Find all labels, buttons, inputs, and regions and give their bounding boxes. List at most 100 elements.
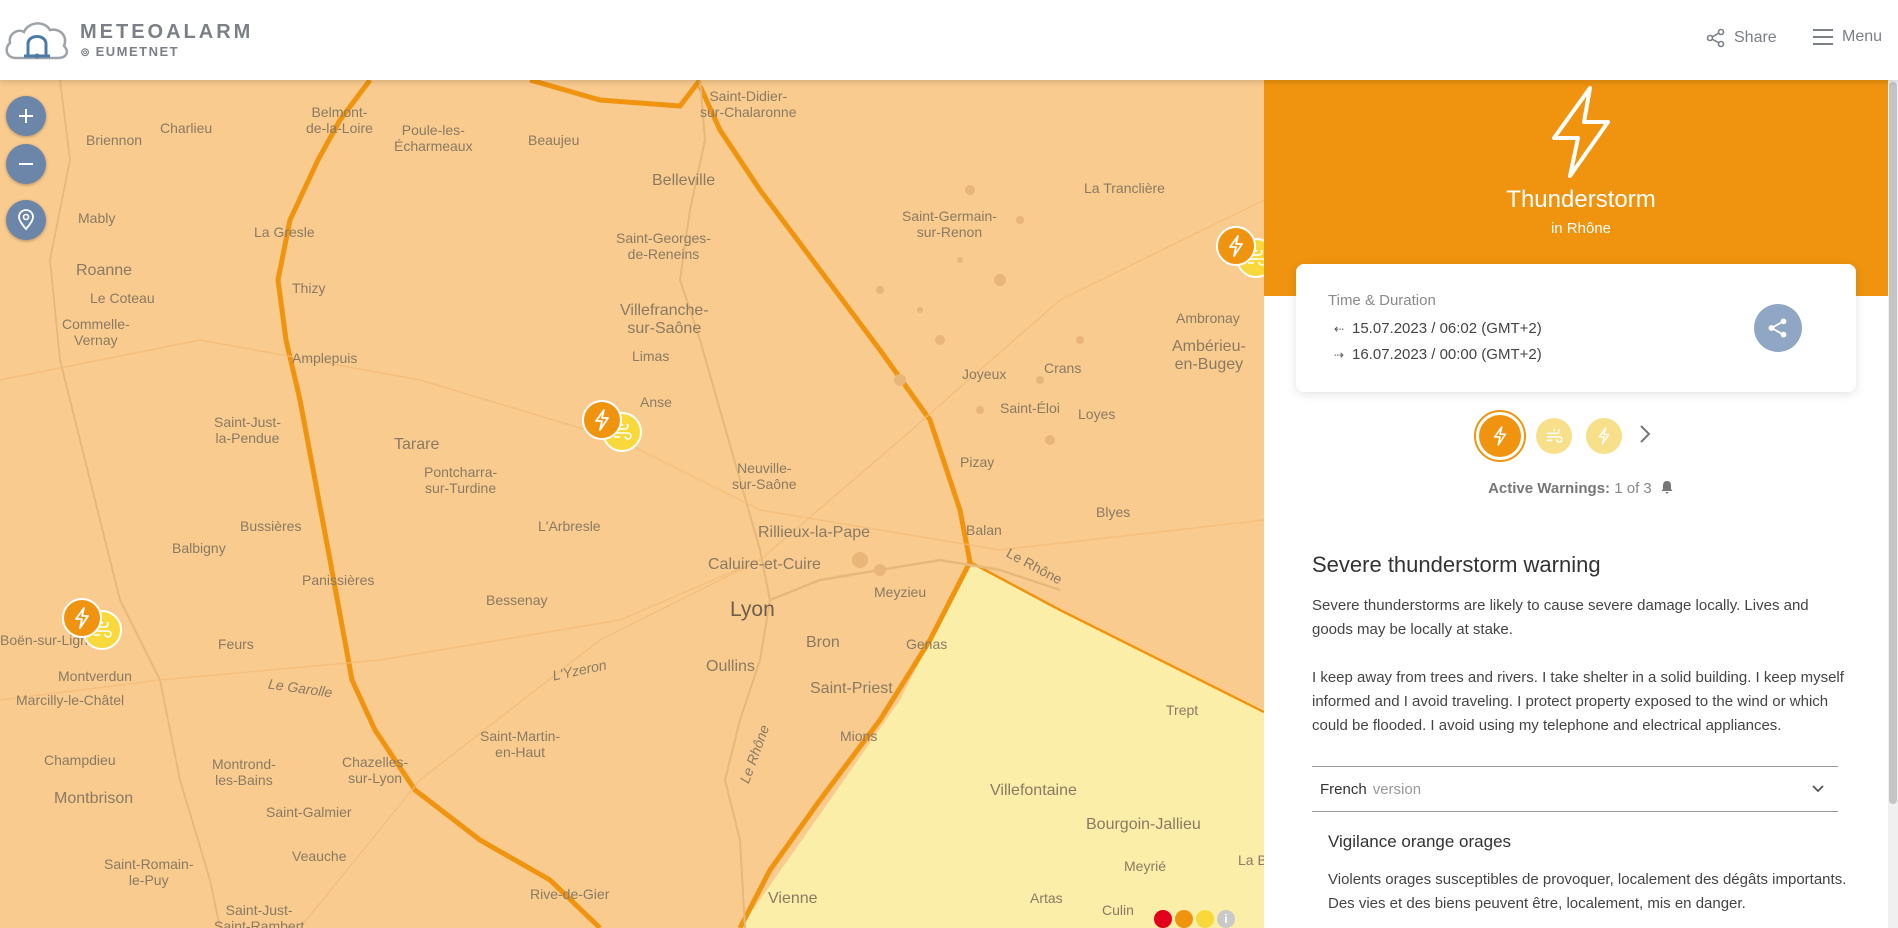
place-chazelles-2: sur-Lyon bbox=[348, 770, 403, 787]
place-lyon: Lyon bbox=[730, 598, 775, 621]
place-bessenay: Bessenay bbox=[486, 592, 548, 608]
place-neuville-2: sur-Saône bbox=[732, 476, 797, 493]
locate-button[interactable] bbox=[6, 200, 46, 240]
place-sre: Saint-Romain-le-Puy bbox=[104, 856, 193, 888]
place-amberieu-2: en-Bugey bbox=[1174, 356, 1244, 374]
place-pontcharra: Pontcharra-sur-Turdine bbox=[424, 464, 497, 496]
place-sgr-1: Saint-Georges- bbox=[616, 230, 711, 246]
place-mions: Mions bbox=[840, 728, 878, 744]
zoom-out-button[interactable] bbox=[6, 144, 46, 184]
place-joyeux: Joyeux bbox=[962, 366, 1007, 382]
place-poule: Poule-les- Écharmeaux bbox=[394, 122, 473, 154]
place-commelle-2: Vernay bbox=[74, 332, 118, 349]
arrow-start-icon: ⇠ bbox=[1334, 321, 1345, 336]
lang-label: French bbox=[1320, 780, 1367, 798]
place-marcilly: Marcilly-le-Châtel bbox=[16, 692, 125, 708]
thunderstorm-marker-icon bbox=[582, 400, 622, 440]
place-sj-1: Saint-Just- bbox=[225, 902, 293, 918]
place-belmont-2: de-la-Loire bbox=[306, 120, 373, 137]
place-vienne: Vienne bbox=[768, 890, 818, 907]
wind-icon bbox=[1547, 429, 1563, 443]
scrollbar-thumb[interactable] bbox=[1889, 82, 1897, 804]
location-pin-icon bbox=[18, 209, 34, 231]
place-pizay: Pizay bbox=[960, 454, 995, 470]
place-genas: Genas bbox=[906, 636, 948, 652]
place-beaujeu: Beaujeu bbox=[528, 132, 580, 148]
warning-marker-rhone[interactable] bbox=[582, 400, 642, 452]
warning-marker-loire[interactable] bbox=[62, 598, 122, 650]
time-from: 15.07.2023 / 06:02 (GMT+2) bbox=[1352, 320, 1542, 337]
place-amplepuis: Amplepuis bbox=[292, 350, 358, 366]
warning-selector bbox=[1474, 410, 1652, 462]
place-sdc-2: sur-Chalaronne bbox=[700, 104, 797, 121]
warning-map[interactable]: Lyon Rillieux-la-Pape Caluire-et-Cuire V… bbox=[0, 80, 1264, 928]
place-belmont-1: Belmont- bbox=[311, 104, 368, 120]
menu-button[interactable]: Menu bbox=[1812, 28, 1882, 46]
french-version-toggle[interactable]: French version bbox=[1312, 766, 1838, 812]
place-panissieres: Panissières bbox=[302, 572, 375, 588]
share-warning-button[interactable] bbox=[1754, 304, 1802, 352]
meteoalarm-logo[interactable]: METEOALARM ⊚ EUMETNET bbox=[4, 18, 253, 62]
place-villefranche-2: sur-Saône bbox=[627, 320, 702, 338]
active-warnings-label: Active Warnings: bbox=[1488, 480, 1611, 497]
place-amberieu: Ambérieu-en-Bugey bbox=[1172, 338, 1246, 375]
next-warning-button[interactable] bbox=[1638, 423, 1652, 450]
place-saint-eloi: Saint-Éloi bbox=[1000, 400, 1060, 416]
warning-marker-ain[interactable] bbox=[1216, 226, 1264, 278]
place-montrond: Montrond-les-Bains bbox=[212, 756, 276, 788]
place-bussieres: Bussières bbox=[240, 518, 302, 534]
place-meyrie: Meyrié bbox=[1124, 858, 1167, 874]
place-saint-priest: Saint-Priest bbox=[810, 680, 893, 697]
map-legend[interactable]: i bbox=[1154, 910, 1235, 928]
warning-tab-thunderstorm-yellow[interactable] bbox=[1586, 418, 1622, 454]
place-la-b: La B bbox=[1238, 852, 1264, 868]
bell-icon[interactable] bbox=[1660, 480, 1674, 494]
place-saint-galmier: Saint-Galmier bbox=[266, 804, 352, 820]
place-trept: Trept bbox=[1166, 702, 1199, 718]
eumetnet-spiral-icon: ⊚ bbox=[80, 44, 92, 59]
place-artas: Artas bbox=[1030, 890, 1063, 906]
warning-tab-thunderstorm[interactable] bbox=[1474, 410, 1526, 462]
logo-main-text: METEOALARM bbox=[80, 21, 254, 43]
place-sre-1: Saint-Romain- bbox=[104, 856, 194, 872]
share-button[interactable]: Share bbox=[1706, 28, 1777, 48]
place-poule-1: Poule-les- bbox=[401, 122, 465, 138]
place-sre-2: le-Puy bbox=[128, 872, 169, 889]
place-charlieu: Charlieu bbox=[160, 120, 213, 136]
place-blyes: Blyes bbox=[1096, 504, 1131, 520]
info-icon[interactable]: i bbox=[1217, 910, 1235, 928]
place-belmont: Belmont-de-la-Loire bbox=[306, 104, 373, 136]
place-villefontaine: Villefontaine bbox=[990, 782, 1077, 799]
place-commelle-1: Commelle- bbox=[62, 316, 130, 332]
panel-scrollbar[interactable] bbox=[1888, 80, 1898, 928]
place-poule-2: Écharmeaux bbox=[394, 138, 473, 155]
warning-description: Severe thunderstorms are likely to cause… bbox=[1312, 597, 1809, 638]
place-la-gresle: La Gresle bbox=[254, 224, 315, 240]
place-villefranche-1: Villefranche- bbox=[620, 302, 709, 319]
warning-tab-wind[interactable] bbox=[1536, 418, 1572, 454]
place-bourgoin: Bourgoin-Jallieu bbox=[1086, 816, 1201, 833]
place-pontcharra-1: Pontcharra- bbox=[424, 464, 498, 480]
arrow-end-icon: ⇢ bbox=[1334, 347, 1345, 362]
legend-red-dot bbox=[1154, 910, 1172, 928]
place-veauche: Veauche bbox=[292, 848, 347, 864]
place-rive-de-gier: Rive-de-Gier bbox=[530, 886, 610, 902]
time-from-row: ⇠ 15.07.2023 / 06:02 (GMT+2) bbox=[1334, 320, 1542, 337]
place-sgs: Saint-Germain-sur-Renon bbox=[902, 208, 997, 240]
time-to: 16.07.2023 / 00:00 (GMT+2) bbox=[1352, 346, 1542, 363]
place-sgs-1: Saint-Germain- bbox=[902, 208, 997, 224]
place-roanne: Roanne bbox=[76, 262, 133, 279]
place-smh-1: Saint-Martin- bbox=[480, 728, 561, 744]
thunderstorm-icon bbox=[1552, 86, 1610, 178]
place-chazelles-1: Chazelles- bbox=[342, 754, 409, 770]
share-label: Share bbox=[1734, 29, 1777, 46]
chevron-down-icon bbox=[1812, 785, 1824, 793]
place-saint-just-1: Saint-Just- bbox=[214, 414, 281, 430]
place-commelle: Commelle- Vernay bbox=[62, 316, 130, 348]
zoom-in-button[interactable] bbox=[6, 96, 46, 136]
place-sdc: Saint-Didier-sur-Chalaronne bbox=[700, 88, 797, 120]
warning-type-title: Thunderstorm bbox=[1506, 186, 1656, 213]
place-la-tranclière: La Tranclière bbox=[1084, 180, 1165, 196]
place-crans: Crans bbox=[1044, 360, 1082, 376]
place-amberieu-1: Ambérieu- bbox=[1172, 338, 1246, 355]
